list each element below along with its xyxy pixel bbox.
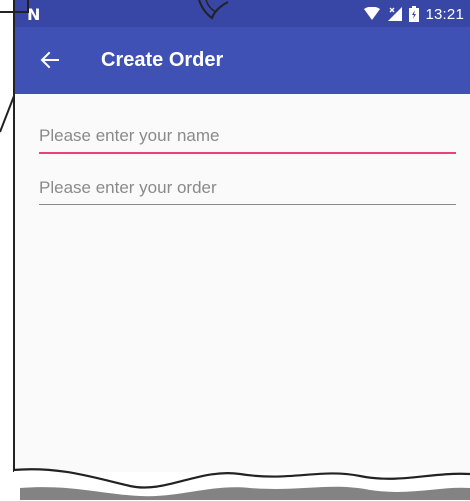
annotation-line	[0, 0, 29, 13]
annotation-line	[0, 95, 15, 133]
sketch-arrow-icon	[198, 0, 229, 20]
sketch-overlay	[0, 0, 470, 501]
